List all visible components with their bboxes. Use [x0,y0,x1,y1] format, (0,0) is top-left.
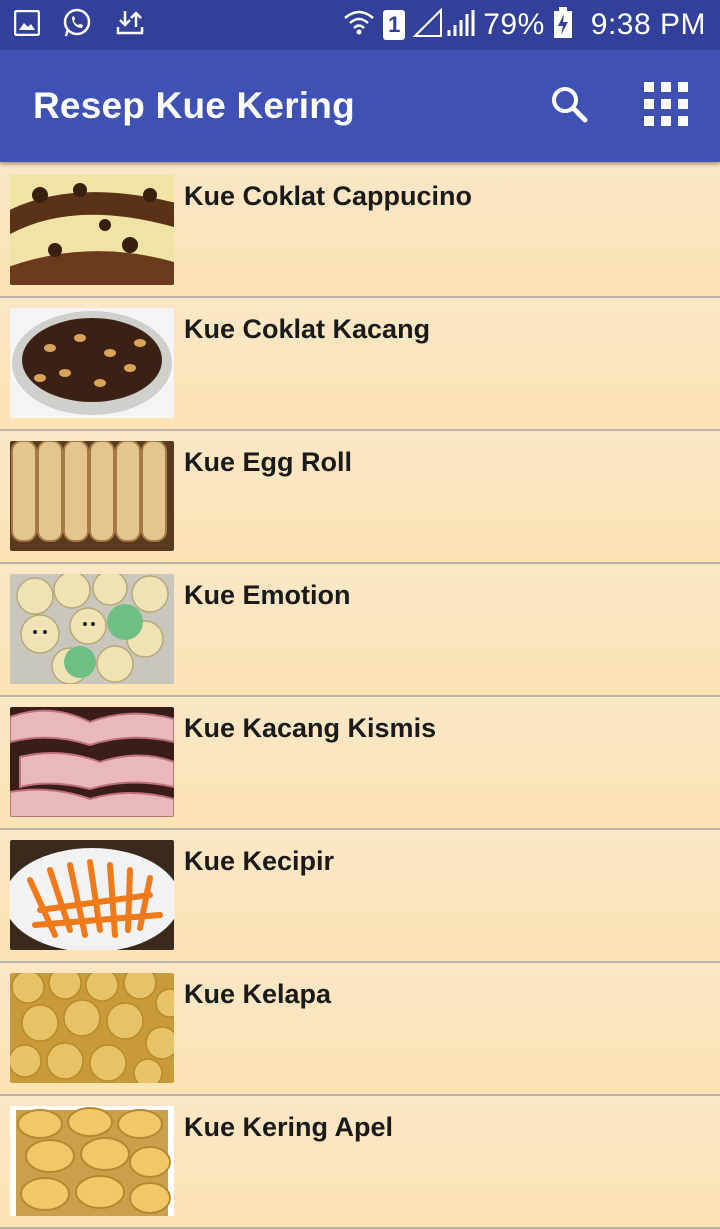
battery-percent: 79% [483,8,545,41]
list-item[interactable]: Kue Kacang Kismis [0,697,720,830]
recipe-title: Kue Egg Roll [184,447,352,477]
download-upload-icon [114,9,146,42]
recipe-title: Kue Kecipir [184,846,335,876]
recipe-thumbnail [10,175,174,285]
clock-time: 9:38 PM [590,8,706,41]
status-bar: 1 79% 9:38 PM [0,0,720,50]
grid-menu-icon[interactable] [644,81,688,131]
recipe-title: Kue Coklat Cappucino [184,181,473,211]
recipe-thumbnail [10,1106,174,1216]
recipe-title: Kue Emotion [184,580,351,610]
list-item[interactable]: Kue Kelapa [0,963,720,1096]
list-item[interactable]: Kue Coklat Kacang [0,298,720,431]
whatsapp-icon [62,8,92,43]
recipe-thumbnail [10,707,174,817]
list-item[interactable]: Kue Egg Roll [0,431,720,564]
list-item[interactable]: Kue Coklat Cappucino [0,165,720,298]
recipe-thumbnail [10,574,174,684]
recipe-thumbnail [10,441,174,551]
recipe-title: Kue Coklat Kacang [184,314,431,344]
search-icon[interactable] [550,85,588,128]
recipe-thumbnail [10,308,174,418]
recipe-thumbnail [10,973,174,1083]
wifi-icon [343,8,375,43]
sim-label: 1 [388,12,401,37]
app-bar: Resep Kue Kering [0,50,720,162]
battery-charging-icon [553,6,573,44]
recipe-title: Kue Kacang Kismis [184,713,437,743]
recipe-title: Kue Kelapa [184,979,332,1009]
recipe-list: Kue Coklat Cappucino Kue Coklat Kacang K… [0,165,720,1229]
sim-icon: 1 [383,10,406,40]
list-item[interactable]: Kue Kecipir [0,830,720,963]
list-item[interactable]: Kue Kering Apel [0,1096,720,1229]
app-title: Resep Kue Kering [33,85,355,126]
gallery-icon [13,9,41,41]
recipe-thumbnail [10,840,174,950]
recipe-title: Kue Kering Apel [184,1112,394,1142]
list-item[interactable]: Kue Emotion [0,564,720,697]
signal-icon [412,7,475,43]
